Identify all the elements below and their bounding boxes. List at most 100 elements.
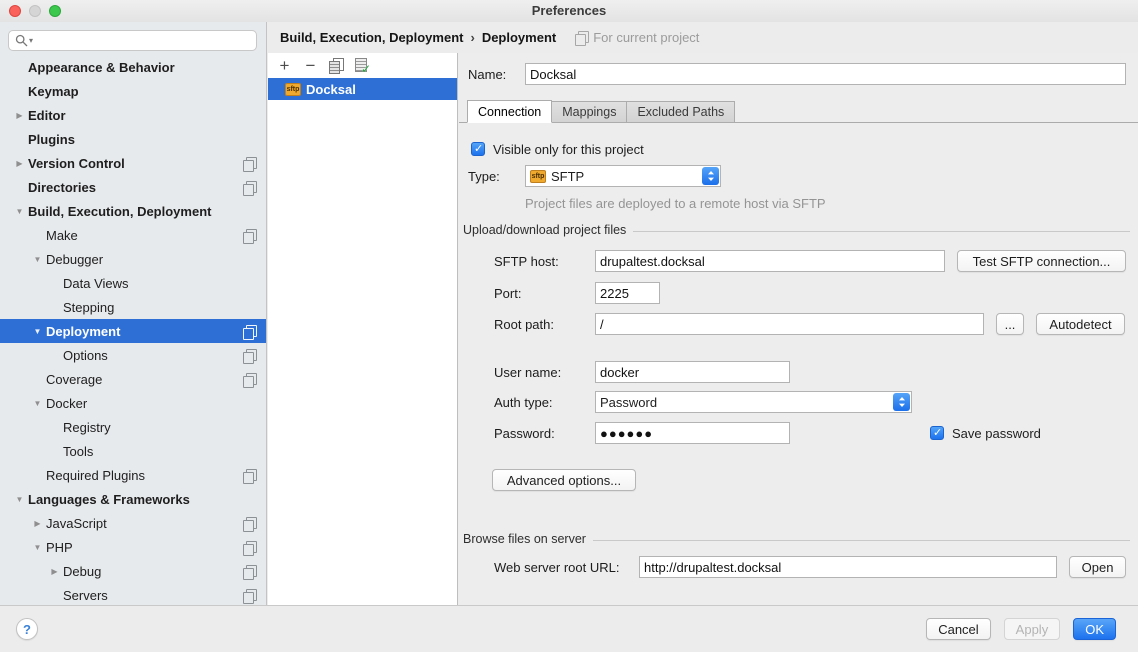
sidebar-item-docker[interactable]: ▼Docker	[0, 391, 266, 415]
breadcrumb-current: Deployment	[482, 30, 556, 45]
auth-type-dropdown[interactable]: Password	[595, 391, 912, 413]
project-level-icon	[243, 373, 256, 386]
chevron-down-icon[interactable]: ▼	[29, 399, 46, 408]
content-header: Build, Execution, Deployment › Deploymen…	[268, 22, 1138, 53]
sidebar-item-coverage[interactable]: Coverage	[0, 367, 266, 391]
sidebar-item-required-plugins[interactable]: Required Plugins	[0, 463, 266, 487]
sidebar-item-appearance-behavior[interactable]: Appearance & Behavior	[0, 55, 266, 79]
project-level-icon	[243, 325, 256, 338]
visible-only-label: Visible only for this project	[493, 142, 644, 157]
chevron-down-icon[interactable]: ▼	[29, 327, 46, 336]
remove-server-button[interactable]: −	[302, 57, 319, 74]
project-level-icon	[243, 181, 256, 194]
search-options-caret-icon[interactable]: ▾	[29, 36, 33, 45]
sidebar-item-debugger[interactable]: ▼Debugger	[0, 247, 266, 271]
user-name-label: User name:	[494, 365, 595, 380]
breadcrumb-parent[interactable]: Build, Execution, Deployment	[280, 30, 463, 45]
breadcrumb-separator: ›	[470, 30, 474, 45]
chevron-down-icon[interactable]: ▼	[11, 207, 28, 216]
test-sftp-connection-button[interactable]: Test SFTP connection...	[957, 250, 1126, 272]
scope-indicator: For current project	[575, 30, 699, 45]
help-button[interactable]: ?	[16, 618, 38, 640]
auth-type-value: Password	[600, 395, 657, 410]
chevron-right-icon[interactable]: ▶	[29, 519, 46, 528]
password-field[interactable]	[595, 422, 790, 444]
server-name: Docksal	[306, 82, 356, 97]
sidebar-item-languages-frameworks[interactable]: ▼Languages & Frameworks	[0, 487, 266, 511]
settings-tree: Appearance & Behavior Keymap ▶Editor Plu…	[0, 55, 266, 605]
open-button[interactable]: Open	[1069, 556, 1126, 578]
search-input[interactable]: ▾	[8, 30, 257, 51]
dropdown-stepper-icon[interactable]	[702, 167, 719, 185]
chevron-right-icon[interactable]: ▶	[11, 111, 28, 120]
sidebar-item-tools[interactable]: Tools	[0, 439, 266, 463]
sidebar-item-deployment[interactable]: ▼Deployment	[0, 319, 266, 343]
upload-section-header: Upload/download project files	[463, 222, 1130, 238]
sidebar-item-plugins[interactable]: Plugins	[0, 127, 266, 151]
type-value: SFTP	[551, 169, 584, 184]
chevron-down-icon[interactable]: ▼	[29, 543, 46, 552]
server-list-panel: + − sftp Docksal	[268, 53, 458, 605]
apply-button: Apply	[1004, 618, 1061, 640]
project-level-icon	[243, 517, 256, 530]
chevron-down-icon[interactable]: ▼	[11, 495, 28, 504]
browse-section-header: Browse files on server	[463, 531, 1130, 547]
ok-button[interactable]: OK	[1073, 618, 1116, 640]
port-field[interactable]	[595, 282, 660, 304]
sidebar-item-php[interactable]: ▼PHP	[0, 535, 266, 559]
chevron-down-icon[interactable]: ▼	[29, 255, 46, 264]
section-divider	[633, 231, 1130, 232]
sidebar-item-version-control[interactable]: ▶Version Control	[0, 151, 266, 175]
browse-root-path-button[interactable]: ...	[996, 313, 1024, 335]
search-icon	[15, 34, 28, 47]
root-path-label: Root path:	[494, 317, 595, 332]
chevron-right-icon[interactable]: ▶	[11, 159, 28, 168]
tab-excluded-paths[interactable]: Excluded Paths	[626, 101, 735, 123]
sftp-host-field[interactable]	[595, 250, 945, 272]
server-list-toolbar: + −	[268, 53, 457, 78]
chevron-right-icon[interactable]: ▶	[46, 567, 63, 576]
sidebar-item-keymap[interactable]: Keymap	[0, 79, 266, 103]
cancel-button[interactable]: Cancel	[926, 618, 990, 640]
tab-mappings[interactable]: Mappings	[551, 101, 627, 123]
project-level-icon	[243, 541, 256, 554]
sidebar-item-javascript[interactable]: ▶JavaScript	[0, 511, 266, 535]
root-path-field[interactable]	[595, 313, 984, 335]
tab-connection[interactable]: Connection	[467, 100, 552, 123]
sidebar-item-data-views[interactable]: Data Views	[0, 271, 266, 295]
web-root-field[interactable]	[639, 556, 1057, 578]
sidebar-item-options[interactable]: Options	[0, 343, 266, 367]
copy-server-icon[interactable]	[328, 58, 344, 73]
advanced-options-button[interactable]: Advanced options...	[492, 469, 636, 491]
settings-sidebar: ▾ Appearance & Behavior Keymap ▶Editor P…	[0, 22, 267, 605]
name-field[interactable]	[525, 63, 1126, 85]
titlebar: Preferences	[0, 0, 1138, 22]
add-server-button[interactable]: +	[276, 57, 293, 74]
password-label: Password:	[494, 426, 595, 441]
server-list-item[interactable]: sftp Docksal	[268, 78, 457, 100]
type-dropdown[interactable]: sftp SFTP	[525, 165, 721, 187]
sidebar-item-registry[interactable]: Registry	[0, 415, 266, 439]
section-divider	[593, 540, 1130, 541]
sidebar-item-stepping[interactable]: Stepping	[0, 295, 266, 319]
sidebar-item-servers[interactable]: Servers	[0, 583, 266, 607]
preferences-window: Preferences ▾ Appearance & Behavior Keym…	[0, 0, 1138, 652]
dropdown-stepper-icon[interactable]	[893, 393, 910, 411]
scope-label: For current project	[593, 30, 699, 45]
sidebar-item-editor[interactable]: ▶Editor	[0, 103, 266, 127]
sftp-host-label: SFTP host:	[494, 254, 595, 269]
sidebar-item-directories[interactable]: Directories	[0, 175, 266, 199]
dialog-footer: ? Cancel Apply OK	[0, 605, 1138, 652]
web-root-label: Web server root URL:	[494, 560, 639, 575]
type-label: Type:	[468, 169, 525, 184]
visible-only-checkbox[interactable]	[471, 142, 485, 156]
sidebar-item-debug[interactable]: ▶Debug	[0, 559, 266, 583]
project-level-icon	[243, 589, 256, 602]
sidebar-item-make[interactable]: Make	[0, 223, 266, 247]
autodetect-button[interactable]: Autodetect	[1036, 313, 1125, 335]
use-as-default-icon[interactable]	[353, 58, 369, 73]
sidebar-item-build-execution-deployment[interactable]: ▼Build, Execution, Deployment	[0, 199, 266, 223]
user-name-field[interactable]	[595, 361, 790, 383]
project-level-icon	[243, 565, 256, 578]
save-password-checkbox[interactable]	[930, 426, 944, 440]
